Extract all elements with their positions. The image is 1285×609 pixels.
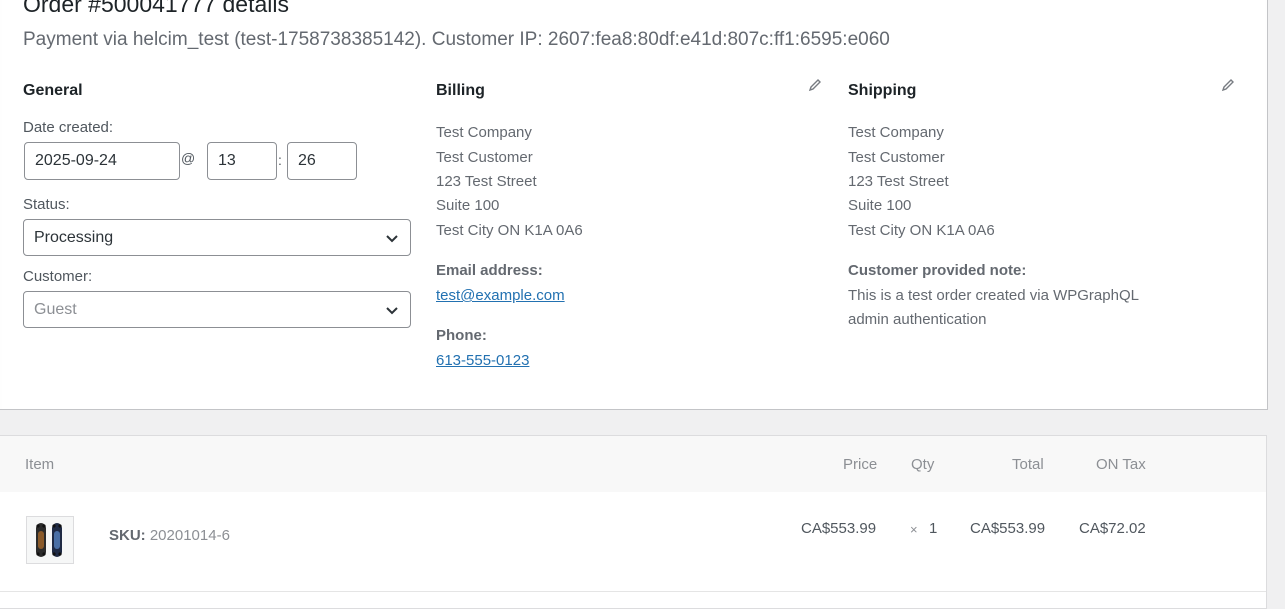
- status-select[interactable]: Processing: [23, 219, 411, 256]
- pencil-icon[interactable]: [808, 78, 822, 97]
- time-colon: :: [278, 152, 282, 168]
- status-value: Processing: [34, 229, 114, 246]
- column-price[interactable]: Price: [843, 456, 877, 473]
- shipping-address-line: Test City ON K1A 0A6: [848, 222, 995, 239]
- email-link[interactable]: test@example.com: [436, 286, 565, 306]
- qty-times: ×: [910, 522, 918, 537]
- customer-label: Customer:: [23, 268, 93, 285]
- order-items-table: Item Price Qty Total ON Tax SKU: 2020101…: [0, 435, 1267, 609]
- shipping-address-line: Suite 100: [848, 197, 912, 214]
- sku-label: SKU:: [109, 527, 146, 544]
- date-created-label: Date created:: [23, 119, 114, 136]
- column-tax[interactable]: ON Tax: [1096, 456, 1146, 473]
- phone-label: Phone:: [436, 327, 487, 344]
- billing-address-line: Test City ON K1A 0A6: [436, 222, 583, 239]
- customer-note-label: Customer provided note:: [848, 262, 1027, 279]
- pencil-icon[interactable]: [1221, 78, 1235, 97]
- billing-address-line: Test Company: [436, 124, 532, 141]
- row-divider: [0, 591, 1266, 592]
- billing-address-line: 123 Test Street: [436, 173, 537, 190]
- billing-heading: Billing: [436, 82, 485, 99]
- shipping-heading: Shipping: [848, 82, 917, 99]
- order-data-panel: [0, 0, 1268, 410]
- chevron-down-icon: [384, 292, 400, 327]
- hour-input[interactable]: 13: [207, 142, 277, 180]
- items-table-header: Item Price Qty Total ON Tax: [0, 436, 1266, 492]
- item-qty: 1: [929, 520, 938, 537]
- billing-address-line: Suite 100: [436, 197, 500, 214]
- chevron-down-icon: [384, 220, 400, 255]
- status-label: Status:: [23, 196, 70, 213]
- column-total[interactable]: Total: [1012, 456, 1044, 473]
- item-total: CA$553.99: [970, 520, 1046, 537]
- phone-link[interactable]: 613-555-0123: [436, 351, 529, 371]
- customer-value: Guest: [34, 301, 77, 318]
- date-input[interactable]: 2025-09-24: [24, 142, 180, 180]
- column-qty[interactable]: Qty: [911, 456, 934, 473]
- page-title: Order #500041777 details: [23, 0, 289, 17]
- general-heading: General: [23, 82, 83, 99]
- at-separator: @: [181, 150, 196, 166]
- item-tax: CA$72.02: [1079, 520, 1146, 537]
- minute-input[interactable]: 26: [287, 142, 357, 180]
- customer-select[interactable]: Guest: [23, 291, 411, 328]
- shipping-address-line: 123 Test Street: [848, 173, 949, 190]
- product-thumbnail[interactable]: [26, 516, 74, 564]
- product-sku: SKU: 20201014-6: [109, 527, 230, 544]
- payment-info: Payment via helcim_test (test-1758738385…: [23, 29, 890, 50]
- column-item[interactable]: Item: [25, 456, 54, 473]
- customer-note-line: This is a test order created via WPGraph…: [848, 287, 1139, 304]
- shipping-address-line: Test Company: [848, 124, 944, 141]
- customer-note-line: admin authentication: [848, 311, 987, 328]
- email-label: Email address:: [436, 262, 543, 279]
- item-price: CA$553.99: [801, 520, 877, 537]
- sku-value: 20201014-6: [149, 527, 230, 544]
- billing-address-line: Test Customer: [436, 149, 533, 166]
- shipping-address-line: Test Customer: [848, 149, 945, 166]
